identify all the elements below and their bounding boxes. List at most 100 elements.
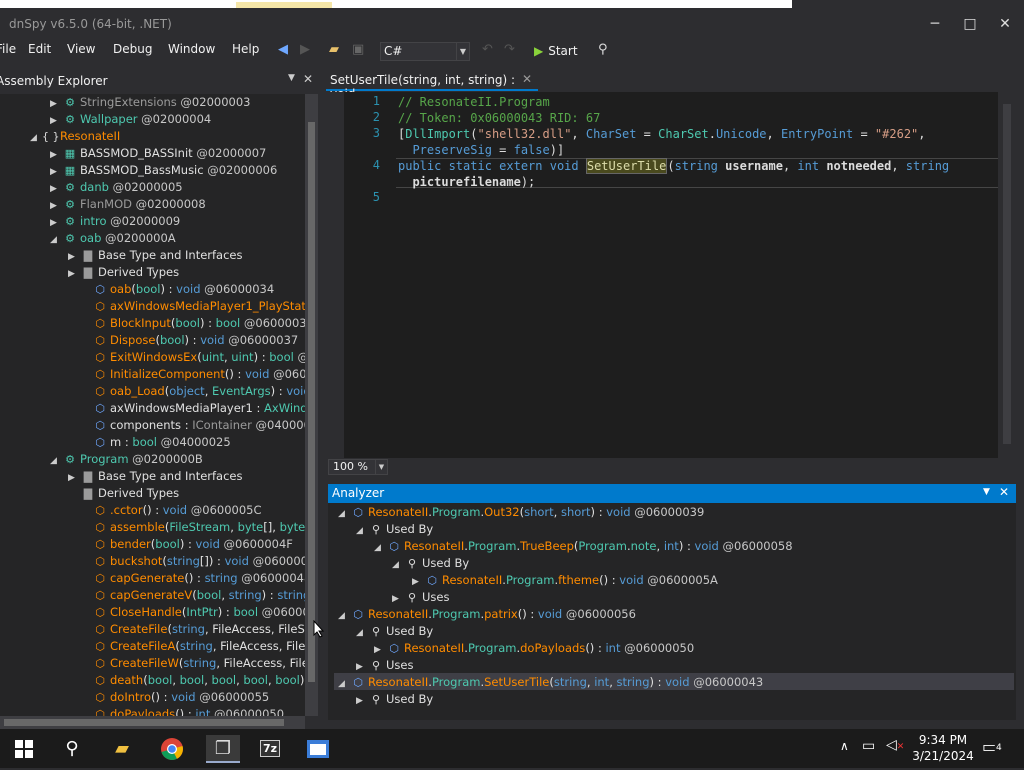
windows-start-icon[interactable] <box>10 735 38 763</box>
menu-window[interactable]: Window <box>168 42 215 56</box>
menu-view[interactable]: View <box>67 42 95 56</box>
tree-row[interactable]: ⬡CreateFile(string, FileAccess, FileShar… <box>80 621 305 638</box>
code-editor[interactable]: 1 2 3 4 5 // ResonateII.Program // Token:… <box>326 92 1016 458</box>
tree-row[interactable]: ◢ ⚲ Used By <box>392 555 469 572</box>
tree-row[interactable]: ◢ ⚲ Used By <box>356 521 433 538</box>
collapse-arrow-icon[interactable]: ◢ <box>50 453 62 470</box>
tree-row[interactable]: ⬡ doIntro() : void @06000055 <box>80 689 269 706</box>
tree-row[interactable]: ⬡ .cctor() : void @0600005C <box>80 502 261 519</box>
redo-icon[interactable]: ↷ <box>504 41 515 59</box>
collapse-arrow-icon[interactable]: ◢ <box>338 676 350 693</box>
collapse-arrow-icon[interactable]: ◢ <box>374 540 386 557</box>
tree-row[interactable]: ▶ ⚙ Wallpaper @02000004 <box>50 111 211 128</box>
tree-row[interactable]: ⬡capGenerateV(bool, string) : string @0 <box>80 587 305 604</box>
tree-row[interactable]: ⬡ capGenerate() : string @06000048 <box>80 570 305 587</box>
app-window-icon[interactable] <box>304 735 332 763</box>
tree-row[interactable]: ▶ ⚲ Uses <box>392 589 449 606</box>
menu-file[interactable]: File <box>0 42 16 56</box>
tree-row[interactable]: ⬡ doPayloads() : int @06000050 <box>80 706 284 716</box>
tab-close-icon[interactable]: ✕ <box>522 72 532 86</box>
highlighted-symbol[interactable]: SetUserTile <box>585 158 668 174</box>
tree-row[interactable]: ◢{ }ResonateII <box>30 128 120 145</box>
save-icon[interactable]: ▣ <box>352 41 364 59</box>
editor-tab[interactable]: SetUserTile(string, int, string) : void … <box>326 70 538 101</box>
tree-row[interactable]: ▇ Derived Types <box>68 485 179 502</box>
panel-menu-icon[interactable]: ▼ <box>983 487 990 497</box>
panel-close-icon[interactable]: ✕ <box>999 485 1009 499</box>
collapse-arrow-icon[interactable]: ◢ <box>50 232 62 249</box>
panel-menu-icon[interactable]: ▼ <box>288 73 295 83</box>
search-icon[interactable]: ⚲ <box>598 41 608 59</box>
collapse-arrow-icon[interactable]: ◢ <box>356 523 368 540</box>
tree-row[interactable]: ▶ ⬡ ResonateII.Program.doPayloads() : int … <box>374 640 694 657</box>
volume-muted-icon[interactable]: ◁✕ <box>886 737 904 753</box>
panel-close-icon[interactable]: ✕ <box>303 72 313 86</box>
tree-row[interactable]: ⬡ Dispose(bool) : void @06000037 <box>80 332 298 349</box>
tree-row[interactable]: ▶ ⚲ Used By <box>356 691 433 708</box>
tree-row[interactable]: ⬡assemble(FileStream, byte[], byte[], by <box>80 519 305 536</box>
7zip-icon[interactable]: 7z <box>256 735 284 763</box>
menu-edit[interactable]: Edit <box>28 42 51 56</box>
chrome-icon[interactable] <box>158 735 186 763</box>
collapse-arrow-icon[interactable]: ◢ <box>30 130 42 147</box>
tree-row[interactable]: ⬡ components : IContainer @04000026 <box>80 417 305 434</box>
tree-row[interactable]: ▶ ⚙ danb @02000005 <box>50 179 183 196</box>
tree-row[interactable]: ◢ ⬡ ResonateII.Program.Out32(short, short)… <box>338 504 704 521</box>
tree-row[interactable]: ⬡ m : bool @04000025 <box>80 434 230 451</box>
tree-row[interactable]: ⬡death(bool, bool, bool, bool, bool) : v… <box>80 672 305 689</box>
tree-row[interactable]: ◢ ⚙ oab @0200000A <box>50 230 176 247</box>
tree-row[interactable]: ◢ ⚙ Program @0200000B <box>50 451 203 468</box>
collapse-arrow-icon[interactable]: ◢ <box>338 608 350 625</box>
collapse-arrow-icon[interactable]: ◢ <box>356 625 368 642</box>
tree-row[interactable]: ◢ ⚲ Used By <box>356 623 433 640</box>
chevron-up-icon[interactable]: ∧ <box>840 739 849 753</box>
tree-row[interactable]: ▶ ▦ BASSMOD_BassMusic @02000006 <box>50 162 277 179</box>
open-folder-icon[interactable]: ▰ <box>329 41 339 59</box>
tree-row[interactable]: ⬡ExitWindowsEx(uint, uint) : bool @060 <box>80 349 305 366</box>
tree-row[interactable]: ▶ ▇ Base Type and Interfaces <box>68 468 243 485</box>
zoom-select[interactable]: 100 % ▼ <box>328 459 388 475</box>
menu-debug[interactable]: Debug <box>113 42 152 56</box>
collapse-arrow-icon[interactable]: ◢ <box>338 506 350 523</box>
tree-row[interactable]: ⬡ oab(bool) : void @06000034 <box>80 281 274 298</box>
tree-row[interactable]: ⬡buckshot(string[]) : void @06000047 <box>80 553 305 570</box>
tree-row[interactable]: ⬡ axWindowsMediaPlayer1_PlayStateCh <box>80 298 305 315</box>
tree-row[interactable]: ◢ ⬡ ResonateII.Program.patrix() : void @06… <box>338 606 636 623</box>
tree-row[interactable]: ⬡ axWindowsMediaPlayer1 : AxWindows <box>80 400 305 417</box>
scroll-thumb[interactable] <box>4 719 284 726</box>
close-button[interactable]: ✕ <box>994 13 1016 35</box>
tree-row[interactable]: ⬡oab_Load(object, EventArgs) : void @0 <box>80 383 305 400</box>
expand-arrow-icon[interactable]: ▶ <box>356 693 368 710</box>
navigate-forward-icon[interactable]: ▶ <box>300 41 310 59</box>
search-icon[interactable]: ⚲ <box>58 735 86 763</box>
scroll-thumb[interactable] <box>308 122 315 682</box>
tree-row[interactable]: ⬡CloseHandle(IntPtr) : bool @06000041 <box>80 604 305 621</box>
collapse-arrow-icon[interactable]: ◢ <box>392 557 404 574</box>
tree-row[interactable]: ⬡CreateFileA(string, FileAccess, FileSha… <box>80 638 305 655</box>
tree-row[interactable]: ▶ ⚙ StringExtensions @02000003 <box>50 94 250 111</box>
tree-row[interactable]: ⬡CreateFileW(string, FileAccess, FileSha <box>80 655 305 672</box>
tree-row[interactable]: ▶ ⚙ intro @02000009 <box>50 213 180 230</box>
scroll-thumb[interactable] <box>1003 104 1011 444</box>
tree-row[interactable]: ◢ ⬡ ResonateII.Program.TrueBeep(Program.no… <box>374 538 793 555</box>
dnspy-taskbar-icon[interactable]: ❐ <box>206 735 240 763</box>
tree-row[interactable]: ◢ ⬡ ResonateII.Program.SetUserTile(string,… <box>338 674 763 691</box>
tree-row[interactable]: ▶ ⚲ Uses <box>356 657 413 674</box>
file-explorer-icon[interactable]: ▰ <box>108 735 136 763</box>
start-debug-button[interactable]: ▶ Start <box>534 42 578 60</box>
network-icon[interactable]: ▭ <box>862 738 875 754</box>
system-clock[interactable]: 9:34 PM 3/21/2024 <box>908 732 978 764</box>
tree-row[interactable]: ⬡ bender(bool) : void @0600004F <box>80 536 293 553</box>
notification-icon[interactable]: ▭ 4 <box>982 737 1004 757</box>
editor-vertical-scrollbar[interactable] <box>998 92 1016 458</box>
tree-row[interactable]: ⬡BlockInput(bool) : bool @06000032 <box>80 315 305 332</box>
maximize-button[interactable]: □ <box>959 13 981 35</box>
tree-row[interactable]: ▶ ▇ Derived Types <box>68 264 179 281</box>
tree-row[interactable]: ⬡ InitializeComponent() : void @0600003 <box>80 366 305 383</box>
menu-help[interactable]: Help <box>232 42 259 56</box>
minimize-button[interactable]: ─ <box>924 13 946 35</box>
tree-row[interactable]: ▶ ⬡ ResonateII.Program.ftheme() : void @06… <box>412 572 718 589</box>
tree-row[interactable]: ▶ ▦ BASSMOD_BASSInit @02000007 <box>50 145 266 162</box>
language-select[interactable]: C# ▼ <box>380 42 470 61</box>
navigate-back-icon[interactable]: ◀ <box>278 41 288 59</box>
